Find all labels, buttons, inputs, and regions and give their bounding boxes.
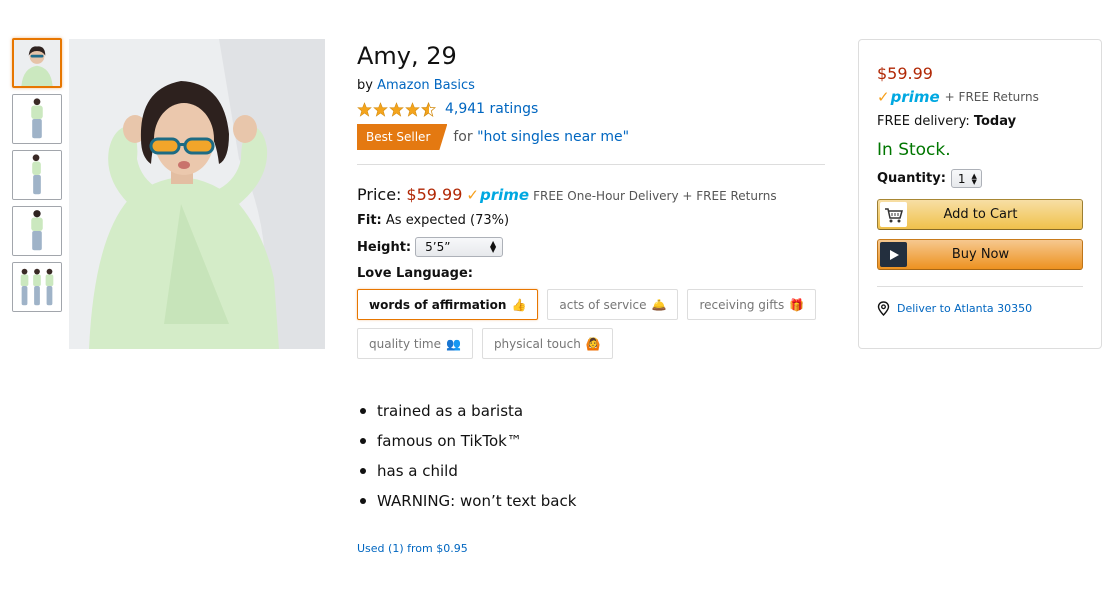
add-to-cart-button[interactable]: Add to Cart xyxy=(877,199,1083,230)
star-icon xyxy=(389,101,404,117)
play-icon xyxy=(880,242,907,267)
for-word: for xyxy=(453,129,473,145)
product-title: Amy, 29 xyxy=(357,42,457,70)
option-label: acts of service xyxy=(559,297,647,312)
option-label: physical touch xyxy=(493,336,581,351)
quantity-row: Quantity: 1 ▲ ▼ xyxy=(877,169,1083,188)
delivery-day: Today xyxy=(973,114,1017,129)
list-item: famous on TikTok™ xyxy=(357,426,827,456)
bell-icon: 🛎️ xyxy=(651,297,667,312)
byline: by Amazon Basics xyxy=(357,78,827,93)
buy-now-label: Buy Now xyxy=(951,247,1010,262)
gift-icon: 🎁 xyxy=(789,297,805,312)
fit-row: Fit: As expected (73%) xyxy=(357,213,827,228)
list-item: has a child xyxy=(357,456,827,486)
option-label: receiving gifts xyxy=(699,297,785,312)
love-language-label: Love Language: xyxy=(357,266,473,281)
option-label: quality time xyxy=(369,336,441,351)
price-row: Price: $59.99 ✓ prime FREE One-Hour Deliv… xyxy=(357,185,827,204)
thumbnail-2[interactable] xyxy=(12,94,62,144)
love-option-quality-time[interactable]: quality time 👥 xyxy=(357,328,473,359)
price-value: $59.99 xyxy=(406,185,463,204)
buybox-prime-row: ✓ prime + FREE Returns xyxy=(877,88,1083,106)
ratings-count-link[interactable]: 4,941 ratings xyxy=(445,101,538,117)
prime-check-icon: ✓ xyxy=(877,88,890,106)
select-arrows-icon: ▲ ▼ xyxy=(971,171,977,186)
thumbnail-strip xyxy=(12,38,62,318)
deliver-to-link[interactable]: Deliver to Atlanta 30350 xyxy=(897,302,1032,315)
feature-bullets: trained as a barista famous on TikTok™ h… xyxy=(357,396,827,516)
divider xyxy=(357,164,825,165)
star-icon xyxy=(373,101,388,117)
thumbnail-1[interactable] xyxy=(12,38,62,88)
divider xyxy=(877,286,1083,287)
height-select[interactable]: 5’5” ▲ ▼ xyxy=(415,237,504,257)
love-option-receiving-gifts[interactable]: receiving gifts 🎁 xyxy=(687,289,817,320)
love-option-acts-of-service[interactable]: acts of service 🛎️ xyxy=(547,289,679,320)
thumbnail-4[interactable] xyxy=(12,206,62,256)
love-option-physical-touch[interactable]: physical touch 🙆 xyxy=(481,328,613,359)
best-seller-row: Best Seller for "hot singles near me" xyxy=(357,124,827,150)
buy-box: $59.99 ✓ prime + FREE Returns FREE delive… xyxy=(858,39,1102,349)
thumbs-up-icon: 👍 xyxy=(511,297,527,312)
delivery-label: FREE delivery: xyxy=(877,114,970,129)
brand-link[interactable]: Amazon Basics xyxy=(377,78,475,93)
main-product-image[interactable] xyxy=(69,39,325,349)
quantity-select[interactable]: 1 ▲ ▼ xyxy=(950,169,982,188)
used-offer-link[interactable]: Used (1) from $0.95 xyxy=(357,542,827,555)
option-label: words of affirmation xyxy=(369,297,507,312)
height-selected-value: 5’5” xyxy=(425,240,451,254)
cart-icon xyxy=(880,202,907,227)
add-to-cart-label: Add to Cart xyxy=(943,207,1018,222)
prime-logo: ✓ prime xyxy=(877,88,940,106)
star-rating[interactable] xyxy=(357,101,437,117)
thumbnail-3[interactable] xyxy=(12,150,62,200)
prime-label: prime xyxy=(479,186,530,204)
prime-label: prime xyxy=(890,88,940,106)
quantity-value: 1 xyxy=(957,171,966,186)
fit-label: Fit: xyxy=(357,213,382,228)
prime-logo: ✓ prime xyxy=(466,186,529,204)
height-row: Height: 5’5” ▲ ▼ xyxy=(357,237,827,257)
location-pin-icon xyxy=(877,301,890,316)
love-option-words-of-affirmation[interactable]: words of affirmation 👍 xyxy=(357,289,539,320)
stock-status: In Stock. xyxy=(877,140,951,160)
list-item: WARNING: won’t text back xyxy=(357,486,827,516)
buybox-price: $59.99 xyxy=(877,64,933,83)
star-half-icon xyxy=(421,101,436,117)
quantity-label: Quantity: xyxy=(877,171,946,186)
people-icon: 👥 xyxy=(445,336,461,351)
badge-category-link[interactable]: "hot singles near me" xyxy=(477,129,629,145)
buy-now-button[interactable]: Buy Now xyxy=(877,239,1083,270)
hug-icon: 🙆 xyxy=(585,336,601,351)
deliver-to-row[interactable]: Deliver to Atlanta 30350 xyxy=(877,301,1083,316)
select-arrows-icon: ▲ ▼ xyxy=(489,239,497,254)
product-details: Amy, 29 by Amazon Basics 4,941 ratings B… xyxy=(357,40,827,555)
price-label: Price: xyxy=(357,185,402,204)
delivery-text: FREE One-Hour Delivery + FREE Returns xyxy=(533,189,777,203)
star-icon xyxy=(357,101,372,117)
list-item: trained as a barista xyxy=(357,396,827,426)
by-prefix: by xyxy=(357,78,373,93)
rating-row: 4,941 ratings xyxy=(357,101,827,117)
prime-check-icon: ✓ xyxy=(466,186,479,204)
star-icon xyxy=(405,101,420,117)
buybox-delivery: FREE delivery: Today xyxy=(877,114,1083,129)
best-seller-badge[interactable]: Best Seller xyxy=(357,124,447,150)
thumbnail-5[interactable] xyxy=(12,262,62,312)
free-returns-text: + FREE Returns xyxy=(944,90,1039,104)
height-label: Height: xyxy=(357,239,412,255)
love-language-options: words of affirmation 👍 acts of service 🛎… xyxy=(357,289,827,367)
badge-for-text: for "hot singles near me" xyxy=(453,129,629,145)
fit-value: As expected (73%) xyxy=(385,213,510,228)
